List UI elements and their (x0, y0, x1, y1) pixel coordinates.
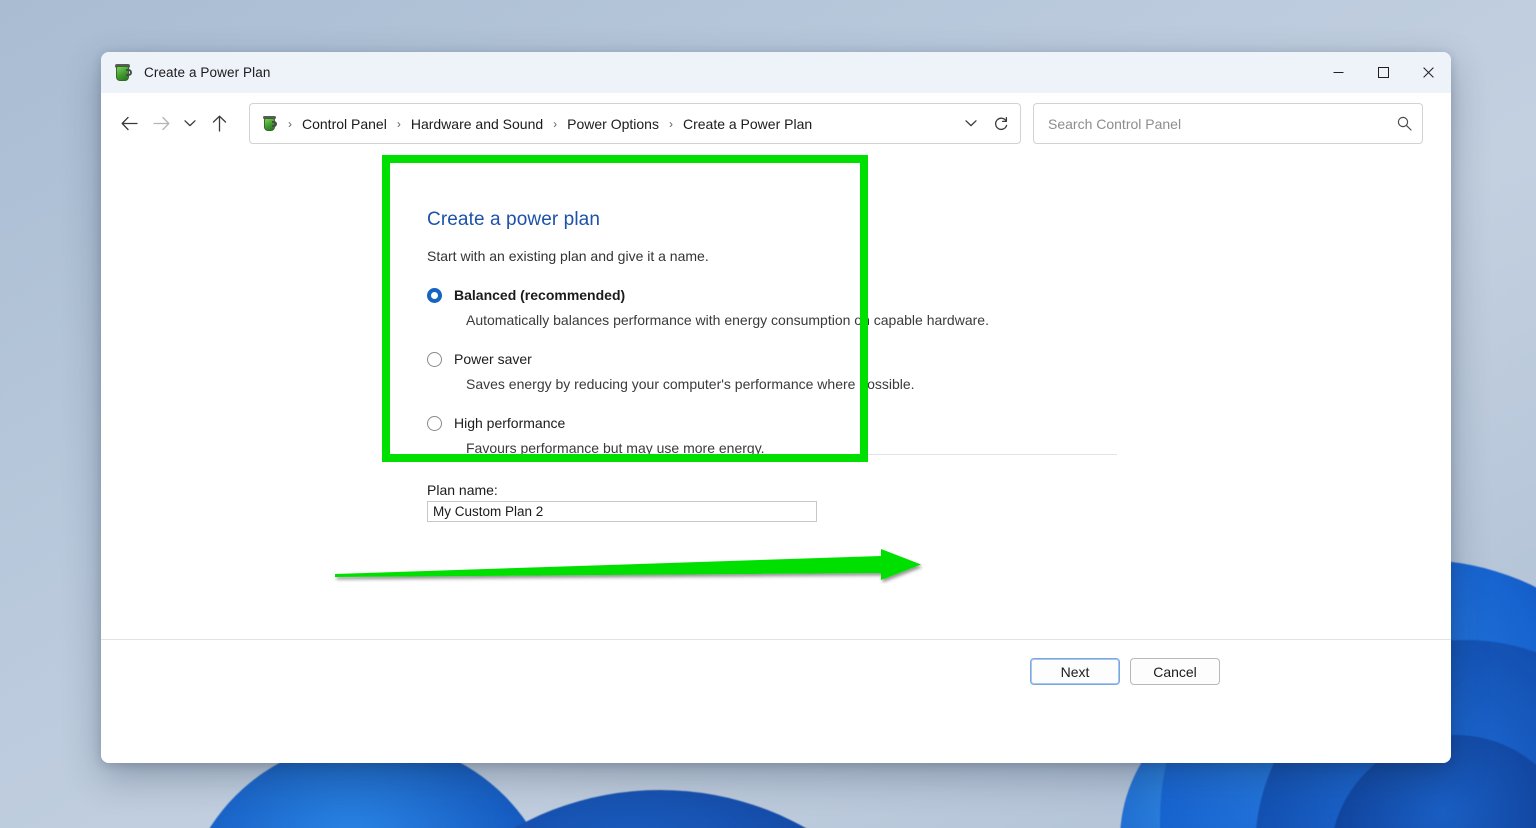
window-title: Create a Power Plan (144, 65, 271, 80)
radio-label-power-saver: Power saver (454, 351, 532, 367)
plan-name-input[interactable] (427, 501, 817, 522)
power-plan-options-group: Create a power plan Start with an existi… (427, 209, 1117, 456)
window-controls (1316, 52, 1451, 93)
radio-button-balanced[interactable] (427, 287, 442, 303)
maximize-icon[interactable] (1361, 52, 1406, 93)
up-arrow-icon[interactable] (203, 108, 235, 140)
minimize-icon[interactable] (1316, 52, 1361, 93)
page-title: Create a power plan (427, 209, 601, 230)
breadcrumb-item-control-panel[interactable]: Control Panel (299, 112, 390, 136)
forward-arrow-icon[interactable] (145, 108, 177, 140)
plan-name-label: Plan name: (427, 482, 498, 498)
breadcrumb-separator: › (288, 116, 292, 131)
footer-divider (101, 639, 1451, 640)
refresh-icon[interactable] (986, 109, 1016, 139)
radio-button-high-performance[interactable] (427, 415, 442, 431)
search-box[interactable] (1033, 103, 1423, 144)
dialog-buttons: Next Cancel (1030, 658, 1220, 685)
radio-label-high-performance: High performance (454, 415, 566, 431)
recent-locations-chevron-down-icon[interactable] (177, 108, 203, 140)
page-subtitle: Start with an existing plan and give it … (427, 248, 709, 264)
radio-description-power-saver: Saves energy by reducing your computer's… (466, 376, 915, 392)
navigation-bar: › Control Panel › Hardware and Sound › P… (101, 93, 1451, 154)
radio-label-balanced: Balanced (recommended) (454, 287, 626, 303)
radio-option-balanced[interactable]: Balanced (recommended) Automatically bal… (427, 287, 1117, 328)
breadcrumb-item-create-a-power-plan[interactable]: Create a Power Plan (680, 112, 815, 136)
radio-option-high-performance[interactable]: High performance Favours performance but… (427, 415, 1117, 456)
breadcrumb-separator: › (396, 116, 401, 131)
radio-button-power-saver[interactable] (427, 351, 442, 367)
next-button[interactable]: Next (1030, 658, 1120, 685)
back-arrow-icon[interactable] (113, 108, 145, 140)
breadcrumb-separator: › (668, 116, 673, 131)
breadcrumb-item-power-options[interactable]: Power Options (564, 112, 662, 136)
cancel-button[interactable]: Cancel (1130, 658, 1220, 685)
power-plan-icon (113, 63, 133, 83)
radio-description-balanced: Automatically balances performance with … (466, 312, 989, 328)
breadcrumb-item-hardware-and-sound[interactable]: Hardware and Sound (408, 112, 546, 136)
breadcrumb-separator: › (553, 116, 558, 131)
close-icon[interactable] (1406, 52, 1451, 93)
power-plan-icon (261, 115, 279, 133)
breadcrumb[interactable]: › Control Panel › Hardware and Sound › P… (249, 103, 1021, 144)
address-chevron-down-icon[interactable] (956, 109, 986, 139)
search-icon[interactable] (1397, 116, 1412, 131)
control-panel-window: Create a Power Plan › Control Panel › Ha… (101, 52, 1451, 763)
radio-option-power-saver[interactable]: Power saver Saves energy by reducing you… (427, 351, 1117, 392)
content-area: Create a power plan Start with an existi… (101, 154, 1451, 763)
title-bar[interactable]: Create a Power Plan (101, 52, 1451, 93)
search-input[interactable] (1046, 114, 1397, 133)
section-divider (427, 454, 1117, 455)
